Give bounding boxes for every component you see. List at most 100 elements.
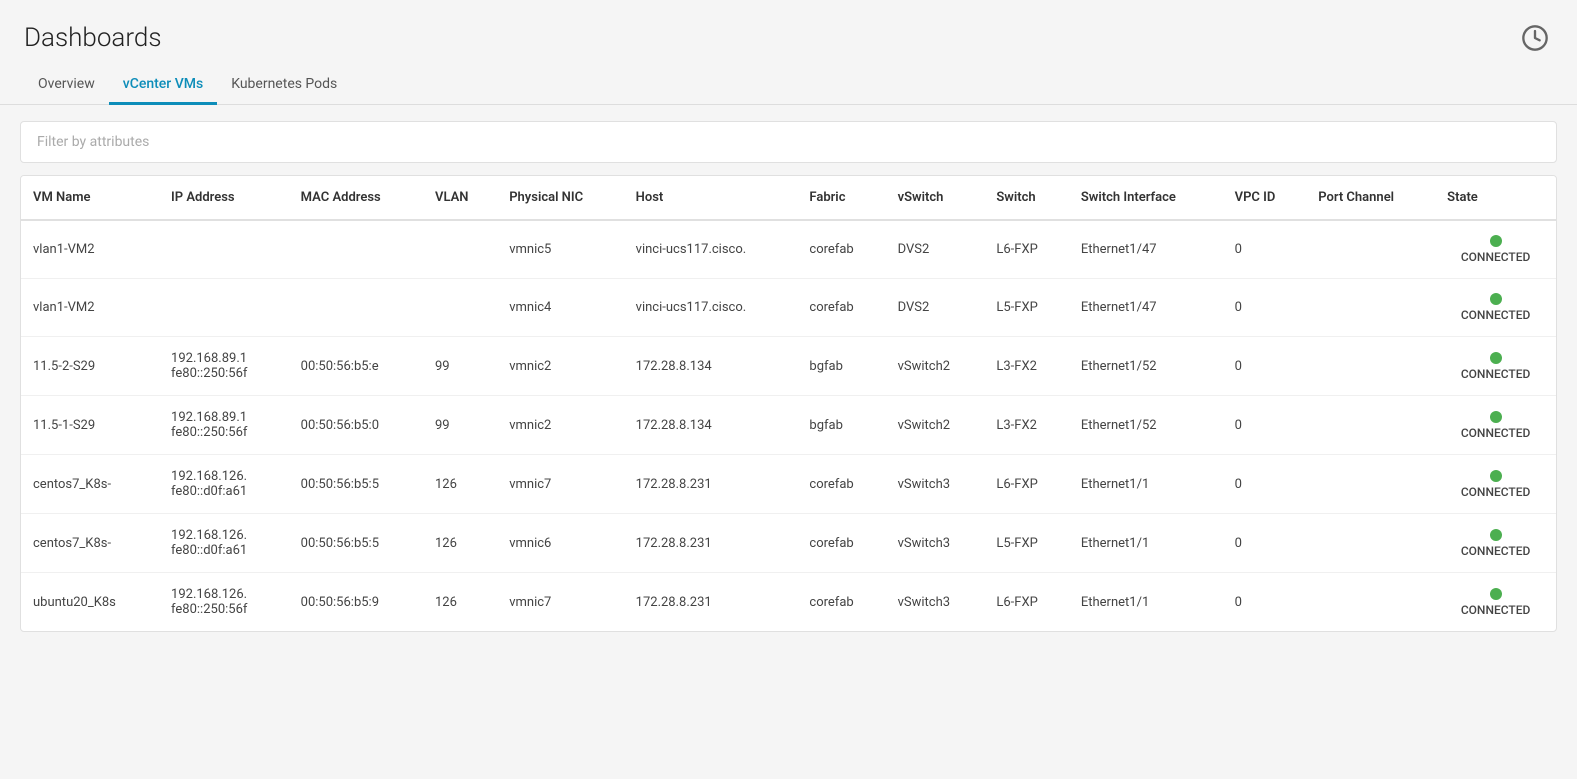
page-header: Dashboards bbox=[0, 0, 1577, 66]
cell-vlan bbox=[423, 220, 497, 279]
cell-fabric: corefab bbox=[797, 573, 885, 632]
filter-bar[interactable]: Filter by attributes bbox=[20, 121, 1557, 163]
cell-state: CONNECTED bbox=[1435, 455, 1556, 514]
cell-state: CONNECTED bbox=[1435, 279, 1556, 337]
table-row: 11.5-2-S29192.168.89.1fe80::250:56f00:50… bbox=[21, 337, 1556, 396]
cell-vswitch: vSwitch2 bbox=[886, 396, 985, 455]
cell-fabric: corefab bbox=[797, 455, 885, 514]
col-switch: Switch bbox=[984, 176, 1069, 220]
status-text: CONNECTED bbox=[1461, 250, 1531, 264]
cell-vswitch: vSwitch2 bbox=[886, 337, 985, 396]
table-row: centos7_K8s-192.168.126.fe80::d0f:a6100:… bbox=[21, 455, 1556, 514]
table-row: vlan1-VM2vmnic5vinci-ucs117.cisco.corefa… bbox=[21, 220, 1556, 279]
cell-port-channel bbox=[1306, 573, 1435, 632]
cell-state: CONNECTED bbox=[1435, 573, 1556, 632]
cell-vlan: 126 bbox=[423, 455, 497, 514]
col-vlan: VLAN bbox=[423, 176, 497, 220]
cell-physical-nic: vmnic2 bbox=[497, 396, 623, 455]
cell-vswitch: vSwitch3 bbox=[886, 455, 985, 514]
status-dot-icon bbox=[1490, 235, 1502, 247]
table-row: centos7_K8s-192.168.126.fe80::d0f:a6100:… bbox=[21, 514, 1556, 573]
col-vpc-id: VPC ID bbox=[1223, 176, 1307, 220]
cell-fabric: corefab bbox=[797, 279, 885, 337]
cell-switch-interface: Ethernet1/1 bbox=[1069, 514, 1223, 573]
col-vm-name: VM Name bbox=[21, 176, 159, 220]
cell-vlan: 126 bbox=[423, 573, 497, 632]
col-port-channel: Port Channel bbox=[1306, 176, 1435, 220]
cell-ip-address: 192.168.126.fe80::d0f:a61 bbox=[159, 455, 289, 514]
cell-host: 172.28.8.134 bbox=[624, 337, 798, 396]
status-dot-icon bbox=[1490, 352, 1502, 364]
cell-switch-interface: Ethernet1/47 bbox=[1069, 220, 1223, 279]
cell-vlan: 126 bbox=[423, 514, 497, 573]
cell-fabric: corefab bbox=[797, 220, 885, 279]
cell-vswitch: vSwitch3 bbox=[886, 514, 985, 573]
cell-vlan bbox=[423, 279, 497, 337]
status-text: CONNECTED bbox=[1461, 426, 1531, 440]
cell-port-channel bbox=[1306, 396, 1435, 455]
table-header-row: VM Name IP Address MAC Address VLAN Phys… bbox=[21, 176, 1556, 220]
content-area: Filter by attributes VM Name IP Address … bbox=[0, 121, 1577, 632]
status-text: CONNECTED bbox=[1461, 544, 1531, 558]
cell-mac-address bbox=[289, 220, 423, 279]
tabs-bar: Overview vCenter VMs Kubernetes Pods bbox=[0, 66, 1577, 105]
cell-vm-name: vlan1-VM2 bbox=[21, 220, 159, 279]
cell-physical-nic: vmnic2 bbox=[497, 337, 623, 396]
cell-ip-address: 192.168.126.fe80::d0f:a61 bbox=[159, 514, 289, 573]
cell-fabric: corefab bbox=[797, 514, 885, 573]
cell-ip-address: 192.168.126.fe80::250:56f bbox=[159, 573, 289, 632]
cell-vswitch: vSwitch3 bbox=[886, 573, 985, 632]
cell-ip-address: 192.168.89.1fe80::250:56f bbox=[159, 396, 289, 455]
cell-mac-address: 00:50:56:b5:9 bbox=[289, 573, 423, 632]
cell-vpc-id: 0 bbox=[1223, 337, 1307, 396]
cell-vpc-id: 0 bbox=[1223, 220, 1307, 279]
col-host: Host bbox=[624, 176, 798, 220]
cell-state: CONNECTED bbox=[1435, 396, 1556, 455]
cell-switch: L3-FX2 bbox=[984, 337, 1069, 396]
cell-state: CONNECTED bbox=[1435, 514, 1556, 573]
table-row: ubuntu20_K8s192.168.126.fe80::250:56f00:… bbox=[21, 573, 1556, 632]
tab-kubernetes-pods[interactable]: Kubernetes Pods bbox=[217, 66, 351, 105]
cell-switch-interface: Ethernet1/47 bbox=[1069, 279, 1223, 337]
cell-vm-name: 11.5-1-S29 bbox=[21, 396, 159, 455]
cell-switch-interface: Ethernet1/1 bbox=[1069, 573, 1223, 632]
cell-physical-nic: vmnic5 bbox=[497, 220, 623, 279]
cell-ip-address bbox=[159, 279, 289, 337]
status-dot-icon bbox=[1490, 293, 1502, 305]
cell-vm-name: centos7_K8s- bbox=[21, 455, 159, 514]
cell-host: 172.28.8.231 bbox=[624, 514, 798, 573]
col-vswitch: vSwitch bbox=[886, 176, 985, 220]
tab-vcenter-vms[interactable]: vCenter VMs bbox=[109, 66, 217, 105]
cell-port-channel bbox=[1306, 514, 1435, 573]
cell-physical-nic: vmnic7 bbox=[497, 455, 623, 514]
status-text: CONNECTED bbox=[1461, 485, 1531, 499]
cell-mac-address bbox=[289, 279, 423, 337]
vm-table: VM Name IP Address MAC Address VLAN Phys… bbox=[21, 176, 1556, 631]
cell-switch-interface: Ethernet1/52 bbox=[1069, 396, 1223, 455]
tab-overview[interactable]: Overview bbox=[24, 66, 109, 105]
cell-physical-nic: vmnic7 bbox=[497, 573, 623, 632]
cell-vm-name: centos7_K8s- bbox=[21, 514, 159, 573]
cell-switch-interface: Ethernet1/1 bbox=[1069, 455, 1223, 514]
col-ip-address: IP Address bbox=[159, 176, 289, 220]
cell-vpc-id: 0 bbox=[1223, 573, 1307, 632]
cell-fabric: bgfab bbox=[797, 396, 885, 455]
cell-vm-name: vlan1-VM2 bbox=[21, 279, 159, 337]
status-text: CONNECTED bbox=[1461, 603, 1531, 617]
cell-port-channel bbox=[1306, 455, 1435, 514]
cell-mac-address: 00:50:56:b5:0 bbox=[289, 396, 423, 455]
refresh-button[interactable] bbox=[1517, 20, 1553, 56]
cell-vlan: 99 bbox=[423, 337, 497, 396]
cell-host: 172.28.8.134 bbox=[624, 396, 798, 455]
cell-switch-interface: Ethernet1/52 bbox=[1069, 337, 1223, 396]
cell-vpc-id: 0 bbox=[1223, 514, 1307, 573]
cell-mac-address: 00:50:56:b5:e bbox=[289, 337, 423, 396]
table-row: vlan1-VM2vmnic4vinci-ucs117.cisco.corefa… bbox=[21, 279, 1556, 337]
status-dot-icon bbox=[1490, 588, 1502, 600]
cell-vswitch: DVS2 bbox=[886, 220, 985, 279]
cell-vlan: 99 bbox=[423, 396, 497, 455]
col-mac-address: MAC Address bbox=[289, 176, 423, 220]
table-container: VM Name IP Address MAC Address VLAN Phys… bbox=[20, 175, 1557, 632]
cell-vm-name: ubuntu20_K8s bbox=[21, 573, 159, 632]
cell-host: 172.28.8.231 bbox=[624, 455, 798, 514]
